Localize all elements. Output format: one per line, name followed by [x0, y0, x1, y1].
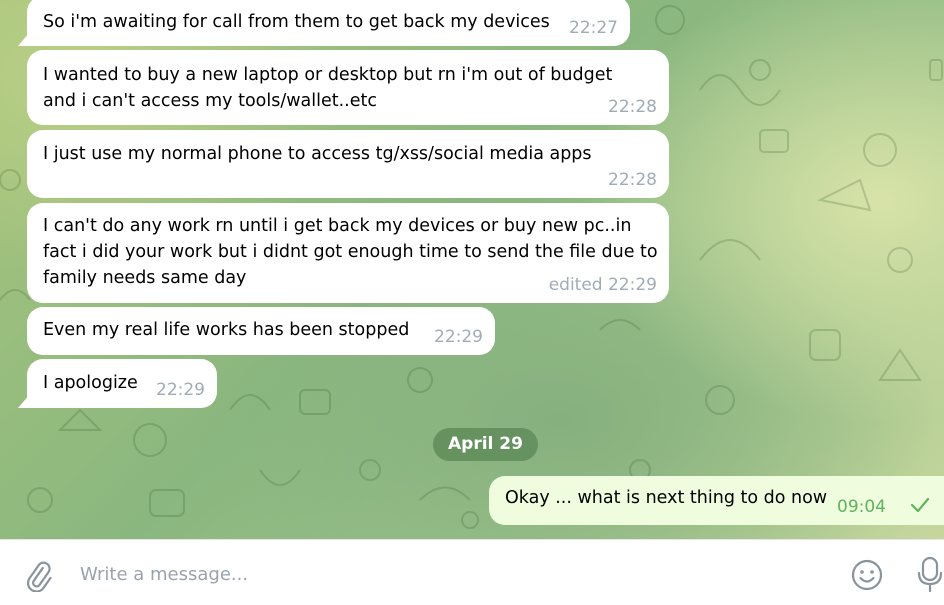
message-text: Even my real life works has been stopped [43, 320, 410, 340]
message-text: I wanted to buy a new laptop or desktop … [43, 65, 613, 111]
outgoing-message-bubble[interactable]: Okay ... what is next thing to do now 09… [489, 476, 944, 525]
message-time: 22:29 [156, 380, 205, 400]
message-time: 09:04 [837, 497, 886, 517]
message-bubble[interactable]: So i'm awaiting for call from them to ge… [27, 0, 630, 46]
message-bubble[interactable]: I just use my normal phone to access tg/… [27, 130, 669, 198]
message-composer [0, 539, 944, 605]
message-bubble[interactable]: I can't do any work rn until i get back … [27, 203, 669, 303]
message-time: 22:28 [608, 97, 657, 117]
message-bubble[interactable]: I apologize 22:29 [27, 359, 217, 408]
attach-icon[interactable] [22, 560, 54, 592]
check-icon [910, 497, 930, 513]
message-text: I just use my normal phone to access tg/… [43, 144, 592, 164]
message-text: So i'm awaiting for call from them to ge… [43, 12, 550, 32]
message-time: 22:29 [434, 327, 483, 347]
message-time: edited 22:29 [548, 275, 657, 295]
chat-background: So i'm awaiting for call from them to ge… [0, 0, 944, 539]
message-time: 22:28 [608, 170, 657, 190]
emoji-icon[interactable] [850, 558, 884, 592]
microphone-icon[interactable] [916, 556, 944, 594]
message-time: 22:27 [569, 18, 618, 38]
message-input[interactable] [78, 558, 822, 590]
message-bubble[interactable]: I wanted to buy a new laptop or desktop … [27, 50, 669, 125]
message-text: Okay ... what is next thing to do now [505, 488, 828, 508]
message-bubble[interactable]: Even my real life works has been stopped… [27, 307, 495, 355]
date-separator: April 29 [433, 428, 538, 461]
